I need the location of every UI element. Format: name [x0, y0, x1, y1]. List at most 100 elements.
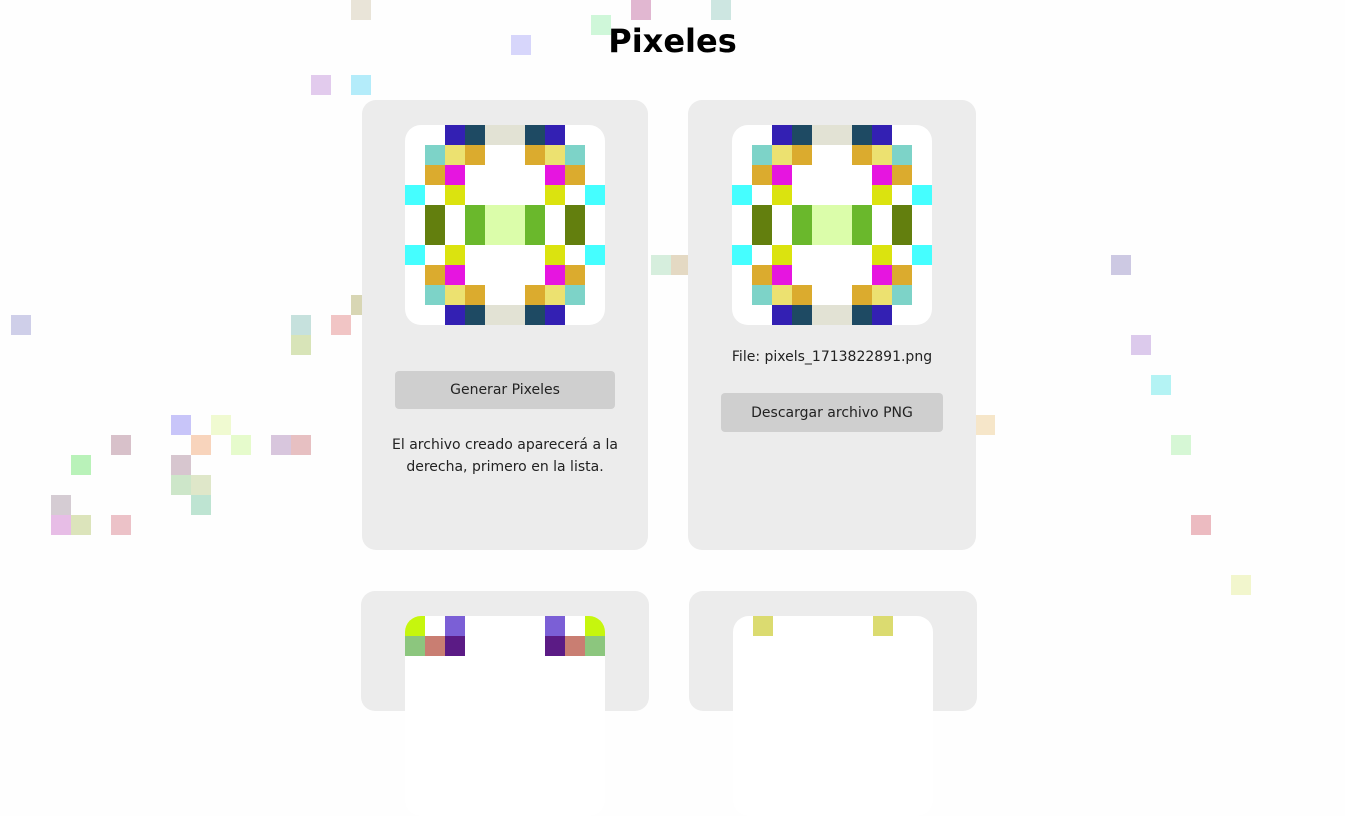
pixel-cell	[892, 165, 912, 185]
background-square	[111, 435, 131, 455]
pixel-cell	[752, 165, 772, 185]
file-pixel-preview-partial	[733, 616, 933, 816]
pixel-cell	[792, 125, 812, 145]
file-card-partial-right	[689, 591, 977, 816]
pixel-cell	[545, 616, 565, 636]
background-square	[1231, 575, 1251, 595]
pixel-cell	[792, 285, 812, 305]
pixel-cell	[812, 205, 832, 225]
pixel-cell	[445, 245, 465, 265]
pixel-cell	[772, 185, 792, 205]
pixel-cell	[832, 225, 852, 245]
pixel-cell	[425, 636, 445, 656]
generator-hint-text: El archivo creado aparecerá a la derecha…	[392, 437, 618, 475]
background-square	[51, 515, 71, 535]
generator-card: Generar Pixeles El archivo creado aparec…	[362, 100, 648, 550]
background-square	[1191, 515, 1211, 535]
pixel-cell	[872, 185, 892, 205]
pixel-cell	[425, 285, 445, 305]
background-square	[71, 515, 91, 535]
pixel-cell	[465, 225, 485, 245]
pixel-cell	[525, 145, 545, 165]
pixel-cell	[505, 225, 525, 245]
pixel-cell	[832, 125, 852, 145]
pixel-cell	[525, 305, 545, 325]
pixel-cell	[445, 265, 465, 285]
pixel-cell	[753, 616, 773, 636]
background-square	[171, 415, 191, 435]
pixel-cell	[872, 285, 892, 305]
pixel-cell	[545, 185, 565, 205]
background-square	[191, 435, 211, 455]
background-square	[11, 315, 31, 335]
pixel-cell	[892, 145, 912, 165]
download-png-button[interactable]: Descargar archivo PNG	[721, 393, 943, 432]
background-square	[1131, 335, 1151, 355]
pixel-cell	[772, 305, 792, 325]
pixel-cell	[485, 125, 505, 145]
background-square	[1171, 435, 1191, 455]
file-card-partial-left	[361, 591, 649, 816]
pixel-cell	[585, 616, 605, 636]
pixel-cell	[772, 125, 792, 145]
pixel-cell	[772, 285, 792, 305]
pixel-cell	[752, 205, 772, 225]
pixel-cell	[872, 265, 892, 285]
pixel-cell	[425, 265, 445, 285]
background-square	[191, 475, 211, 495]
pixel-cell	[465, 285, 485, 305]
pixel-cell	[792, 305, 812, 325]
background-square	[191, 495, 211, 515]
pixel-cell	[872, 125, 892, 145]
pixel-cell	[485, 305, 505, 325]
background-square	[111, 515, 131, 535]
pixel-cell	[445, 285, 465, 305]
pixel-cell	[485, 205, 505, 225]
pixel-cell	[545, 165, 565, 185]
pixel-cell	[445, 145, 465, 165]
pixel-cell	[445, 616, 465, 636]
pixel-cell	[445, 185, 465, 205]
pixel-cell	[892, 285, 912, 305]
pixel-cell	[425, 165, 445, 185]
pixel-cell	[525, 285, 545, 305]
pixel-cell	[545, 305, 565, 325]
pixel-cell	[792, 225, 812, 245]
background-square	[51, 495, 71, 515]
background-square	[291, 315, 311, 335]
pixel-cell	[832, 305, 852, 325]
background-decoration	[0, 0, 1345, 654]
pixel-cell	[505, 305, 525, 325]
pixel-cell	[425, 225, 445, 245]
background-square	[351, 0, 371, 20]
pixel-cell	[852, 125, 872, 145]
pixel-cell	[832, 205, 852, 225]
pixel-cell	[445, 305, 465, 325]
background-square	[291, 335, 311, 355]
pixel-cell	[425, 205, 445, 225]
pixel-cell	[752, 225, 772, 245]
file-pixel-preview-partial	[405, 616, 605, 816]
background-square	[975, 415, 995, 435]
file-pixel-preview	[732, 125, 932, 325]
pixel-cell	[465, 205, 485, 225]
generator-pixel-preview	[405, 125, 605, 325]
pixel-cell	[565, 165, 585, 185]
pixel-cell	[892, 225, 912, 245]
pixel-cell	[525, 125, 545, 145]
pixel-cell	[525, 205, 545, 225]
pixel-cell	[752, 265, 772, 285]
pixel-cell	[565, 205, 585, 225]
file-card: File: pixels_1713822891.png Descargar ar…	[688, 100, 976, 550]
pixel-cell	[812, 305, 832, 325]
pixel-cell	[812, 125, 832, 145]
pixel-cell	[772, 165, 792, 185]
pixel-cell	[405, 636, 425, 656]
pixel-cell	[912, 185, 932, 205]
background-square	[211, 415, 231, 435]
pixel-cell	[465, 125, 485, 145]
pixel-cell	[892, 205, 912, 225]
generate-pixels-button[interactable]: Generar Pixeles	[395, 371, 615, 409]
background-square	[711, 0, 731, 20]
pixel-cell	[505, 205, 525, 225]
